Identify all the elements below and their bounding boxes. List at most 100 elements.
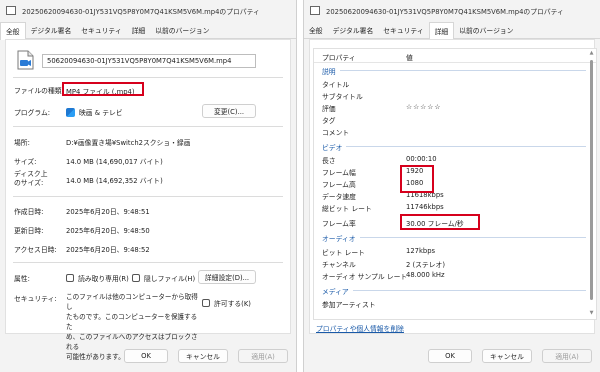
disksize-label: ディスク上 のサイズ: (14, 170, 48, 187)
section-audio: オーディオ (322, 232, 586, 243)
window-title: 20250620094630-01JY531VQ5P8Y0M7Q41KSM5V6… (22, 7, 260, 16)
column-header-property[interactable]: プロパティ (322, 52, 356, 62)
window-icon (310, 6, 320, 15)
table-row[interactable]: 総ビット レート 11746kbps (314, 202, 586, 214)
ok-button[interactable]: OK (124, 349, 168, 363)
titlebar: 20250620094630-01JY531VQ5P8Y0M7Q41KSM5V6… (0, 0, 296, 21)
modified-value: 2025年6月20日、9:48:50 (66, 227, 150, 235)
table-row[interactable]: タイトル (314, 78, 586, 90)
modified-label: 更新日時: (14, 227, 44, 235)
location-value: D:¥画像置き場¥Switch2スクショ・録画 (66, 139, 191, 147)
apply-button[interactable]: 適用(A) (542, 349, 592, 363)
table-row[interactable]: チャンネル 2 (ステレオ) (314, 258, 586, 270)
allow-label: 許可する(K) (214, 300, 251, 308)
location-row: 場所: (14, 137, 30, 147)
video-file-icon (17, 50, 34, 70)
scroll-thumb[interactable] (590, 60, 593, 300)
highlight-box-framerate (400, 214, 480, 230)
disksize-value: 14.0 MB (14,692,352 バイト) (66, 177, 163, 185)
movies-tv-app-icon (66, 107, 75, 117)
tab-general[interactable]: 全般 (0, 22, 26, 40)
table-row[interactable]: オーディオ サンプル レート 48.000 kHz (314, 270, 586, 282)
properties-window-general: 20250620094630-01JY531VQ5P8Y0M7Q41KSM5V6… (0, 0, 297, 372)
tab-bar: 全般 デジタル署名 セキュリティ 詳細 以前のバージョン (304, 22, 600, 40)
program-row: プログラム: (14, 107, 50, 117)
size-row: サイズ: (14, 156, 36, 166)
table-row[interactable]: 参加アーティスト (314, 298, 586, 310)
column-header-value[interactable]: 値 (406, 52, 413, 62)
attributes-label: 属性: (14, 275, 30, 283)
scroll-down-arrow-icon[interactable]: ▼ (589, 311, 594, 316)
vertical-scrollbar[interactable]: ▲ ▼ (589, 51, 594, 316)
apply-button[interactable]: 適用(A) (238, 349, 288, 363)
attributes-row: 属性: (14, 273, 30, 283)
program-name: 映画 & テレビ (79, 109, 123, 117)
table-row[interactable]: ビット レート 127kbps (314, 246, 586, 258)
allow-checkbox[interactable]: 許可する(K) (202, 298, 251, 308)
scroll-up-arrow-icon[interactable]: ▲ (589, 51, 594, 56)
table-row[interactable]: データ速度 11618kbps (314, 190, 586, 202)
tab-bar: 全般 デジタル署名 セキュリティ 詳細 以前のバージョン (0, 22, 296, 40)
table-row[interactable]: フレーム高 1080 (314, 178, 586, 190)
divider (13, 77, 283, 78)
table-row[interactable]: コメント (314, 126, 586, 138)
security-label: セキュリティ: (14, 295, 57, 303)
section-video: ビデオ (322, 141, 586, 152)
accessed-row: アクセス日時: (14, 244, 57, 254)
tab-previous-versions[interactable]: 以前のバージョン (454, 22, 518, 38)
size-label: サイズ: (14, 158, 37, 166)
details-table[interactable]: プロパティ 値 説明 タイトル サブタイトル 評価 ☆☆☆☆☆ タグ コメント ビ… (313, 48, 597, 320)
tab-general[interactable]: 全般 (304, 22, 328, 38)
properties-window-details: 20250620094630-01JY531VQ5P8Y0M7Q41KSM5V6… (303, 0, 600, 372)
window-title: 20250620094630-01JY531VQ5P8Y0M7Q41KSM5V6… (326, 7, 564, 16)
readonly-checkbox[interactable]: 読み取り専用(R) (66, 273, 129, 283)
rating-stars[interactable]: ☆☆☆☆☆ (406, 103, 441, 111)
tab-details[interactable]: 詳細 (428, 22, 455, 40)
ok-button[interactable]: OK (428, 349, 472, 363)
highlight-box-resolution (400, 165, 434, 193)
advanced-button[interactable]: 詳細設定(D)... (198, 270, 256, 284)
checkbox-box[interactable] (132, 274, 140, 282)
table-row[interactable]: 長さ 00:00:10 (314, 154, 586, 166)
tab-digital-signature[interactable]: デジタル署名 (26, 22, 77, 38)
cancel-button[interactable]: キャンセル (482, 349, 532, 363)
cancel-button[interactable]: キャンセル (178, 349, 228, 363)
filetype-label: ファイルの種類: (14, 87, 64, 95)
readonly-label: 読み取り専用(R) (78, 275, 129, 283)
created-label: 作成日時: (14, 208, 44, 216)
hidden-label: 隠しファイル(H) (144, 275, 196, 283)
filename-field[interactable]: 50620094630-01JY531VQ5P8Y0M7Q41KSM5V6M.m… (42, 54, 256, 68)
tab-digital-signature[interactable]: デジタル署名 (328, 22, 379, 38)
modified-row: 更新日時: (14, 225, 43, 235)
checkbox-box[interactable] (202, 299, 210, 307)
section-media: メディア (322, 285, 586, 296)
table-row[interactable]: フレーム幅 1920 (314, 166, 586, 178)
general-panel: 50620094630-01JY531VQ5P8Y0M7Q41KSM5V6M.m… (5, 39, 291, 361)
program-label: プログラム: (14, 109, 51, 117)
remove-properties-link[interactable]: プロパティや個人情報を削除 (316, 323, 404, 333)
titlebar: 20250620094630-01JY531VQ5P8Y0M7Q41KSM5V6… (304, 0, 600, 21)
divider (13, 126, 283, 127)
tab-details[interactable]: 詳細 (127, 22, 151, 38)
change-program-button[interactable]: 変更(C)... (202, 104, 256, 118)
table-row[interactable]: 評価 ☆☆☆☆☆ (314, 102, 586, 114)
filetype-row: ファイルの種類: (14, 85, 64, 95)
location-label: 場所: (14, 139, 30, 147)
accessed-value: 2025年6月20日、9:48:52 (66, 246, 150, 254)
divider (13, 262, 283, 263)
section-description: 説明 (322, 65, 586, 76)
table-header: プロパティ 値 (314, 49, 596, 63)
tab-security[interactable]: セキュリティ (378, 22, 428, 38)
tab-security[interactable]: セキュリティ (76, 22, 126, 38)
tab-previous-versions[interactable]: 以前のバージョン (150, 22, 214, 38)
size-value: 14.0 MB (14,690,017 バイト) (66, 158, 163, 166)
created-row: 作成日時: (14, 206, 43, 216)
created-value: 2025年6月20日、9:48:51 (66, 208, 150, 216)
table-row[interactable]: タグ (314, 114, 586, 126)
divider (13, 196, 283, 197)
program-value: 映画 & テレビ (66, 107, 123, 117)
hidden-checkbox[interactable]: 隠しファイル(H) (132, 273, 195, 283)
checkbox-box[interactable] (66, 274, 74, 282)
accessed-label: アクセス日時: (14, 246, 57, 254)
table-row[interactable]: サブタイトル (314, 90, 586, 102)
